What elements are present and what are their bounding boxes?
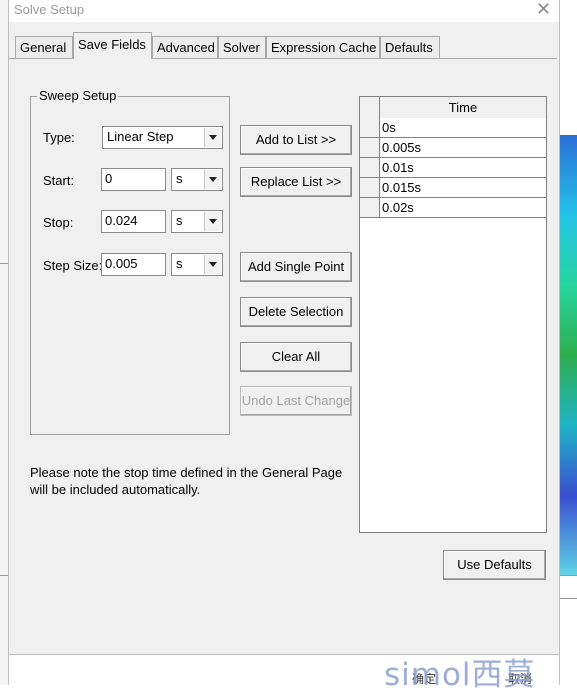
- solve-setup-dialog: Solve Setup ✕ General Save Fields Advanc…: [8, 0, 560, 693]
- table-row[interactable]: 0.01s: [360, 158, 546, 178]
- time-list-grid[interactable]: Time 0s 0.005s 0.01s 0.015s 0.02s: [359, 96, 547, 533]
- time-cell[interactable]: 0s: [380, 118, 546, 138]
- tab-save-fields[interactable]: Save Fields: [73, 32, 152, 59]
- tab-defaults[interactable]: Defaults: [380, 36, 440, 58]
- stop-input[interactable]: 0.024: [101, 210, 166, 233]
- type-select-value: Linear Step: [107, 129, 174, 144]
- delete-selection-button[interactable]: Delete Selection: [240, 297, 352, 327]
- table-row[interactable]: 0.005s: [360, 138, 546, 158]
- start-unit-value: s: [176, 171, 183, 186]
- stop-unit-select[interactable]: s: [171, 210, 223, 233]
- add-to-list-button[interactable]: Add to List >>: [240, 125, 352, 155]
- use-defaults-button[interactable]: Use Defaults: [443, 550, 546, 580]
- grid-column-header-time[interactable]: Time: [380, 97, 546, 118]
- background-field-plot: [558, 135, 577, 575]
- tab-general[interactable]: General: [15, 36, 73, 58]
- tab-advanced[interactable]: Advanced: [152, 36, 218, 58]
- time-cell[interactable]: 0.005s: [380, 138, 546, 158]
- title-bar: Solve Setup ✕: [9, 0, 559, 22]
- stop-unit-value: s: [176, 213, 183, 228]
- chevron-down-icon[interactable]: [204, 128, 221, 147]
- start-input[interactable]: 0: [101, 168, 166, 191]
- grid-corner: [360, 97, 380, 118]
- step-size-unit-value: s: [176, 256, 183, 271]
- watermark-logo: simol西莫: [384, 657, 536, 693]
- step-size-input[interactable]: 0.005: [101, 253, 166, 276]
- background-divider: [0, 263, 8, 264]
- note-line-1: Please note the stop time defined in the…: [30, 465, 343, 480]
- step-size-label: Step Size:: [43, 258, 103, 273]
- add-single-point-button[interactable]: Add Single Point: [240, 252, 352, 282]
- row-header[interactable]: [360, 158, 380, 178]
- row-header[interactable]: [360, 118, 380, 138]
- background-divider: [558, 598, 577, 599]
- chevron-down-icon[interactable]: [204, 170, 221, 189]
- clear-all-button[interactable]: Clear All: [240, 342, 352, 372]
- stop-time-note: Please note the stop time defined in the…: [30, 464, 360, 498]
- chevron-down-icon[interactable]: [204, 212, 221, 231]
- dialog-title: Solve Setup: [14, 2, 85, 17]
- type-label: Type:: [43, 130, 75, 145]
- close-icon[interactable]: ✕: [536, 0, 551, 20]
- undo-last-change-button[interactable]: Undo Last Change: [240, 386, 352, 416]
- tab-solver[interactable]: Solver: [218, 36, 266, 58]
- time-cell[interactable]: 0.02s: [380, 198, 546, 218]
- row-header[interactable]: [360, 178, 380, 198]
- start-label: Start:: [43, 173, 75, 188]
- background-divider: [0, 575, 8, 576]
- table-row[interactable]: 0.015s: [360, 178, 546, 198]
- time-cell[interactable]: 0.015s: [380, 178, 546, 198]
- background-divider: [558, 575, 577, 576]
- table-row[interactable]: 0.02s: [360, 198, 546, 218]
- grid-header: Time: [360, 97, 546, 119]
- stop-label: Stop:: [43, 215, 74, 230]
- time-cell[interactable]: 0.01s: [380, 158, 546, 178]
- sweep-setup-label: Sweep Setup: [37, 88, 119, 103]
- row-header[interactable]: [360, 138, 380, 158]
- row-header[interactable]: [360, 198, 380, 218]
- start-unit-select[interactable]: s: [171, 168, 223, 191]
- step-size-unit-select[interactable]: s: [171, 253, 223, 276]
- note-line-2: will be included automatically.: [30, 482, 201, 497]
- table-row[interactable]: 0s: [360, 118, 546, 138]
- replace-list-button[interactable]: Replace List >>: [240, 167, 352, 197]
- type-select[interactable]: Linear Step: [102, 126, 223, 149]
- chevron-down-icon[interactable]: [204, 255, 221, 274]
- tab-expression-cache[interactable]: Expression Cache: [266, 36, 380, 58]
